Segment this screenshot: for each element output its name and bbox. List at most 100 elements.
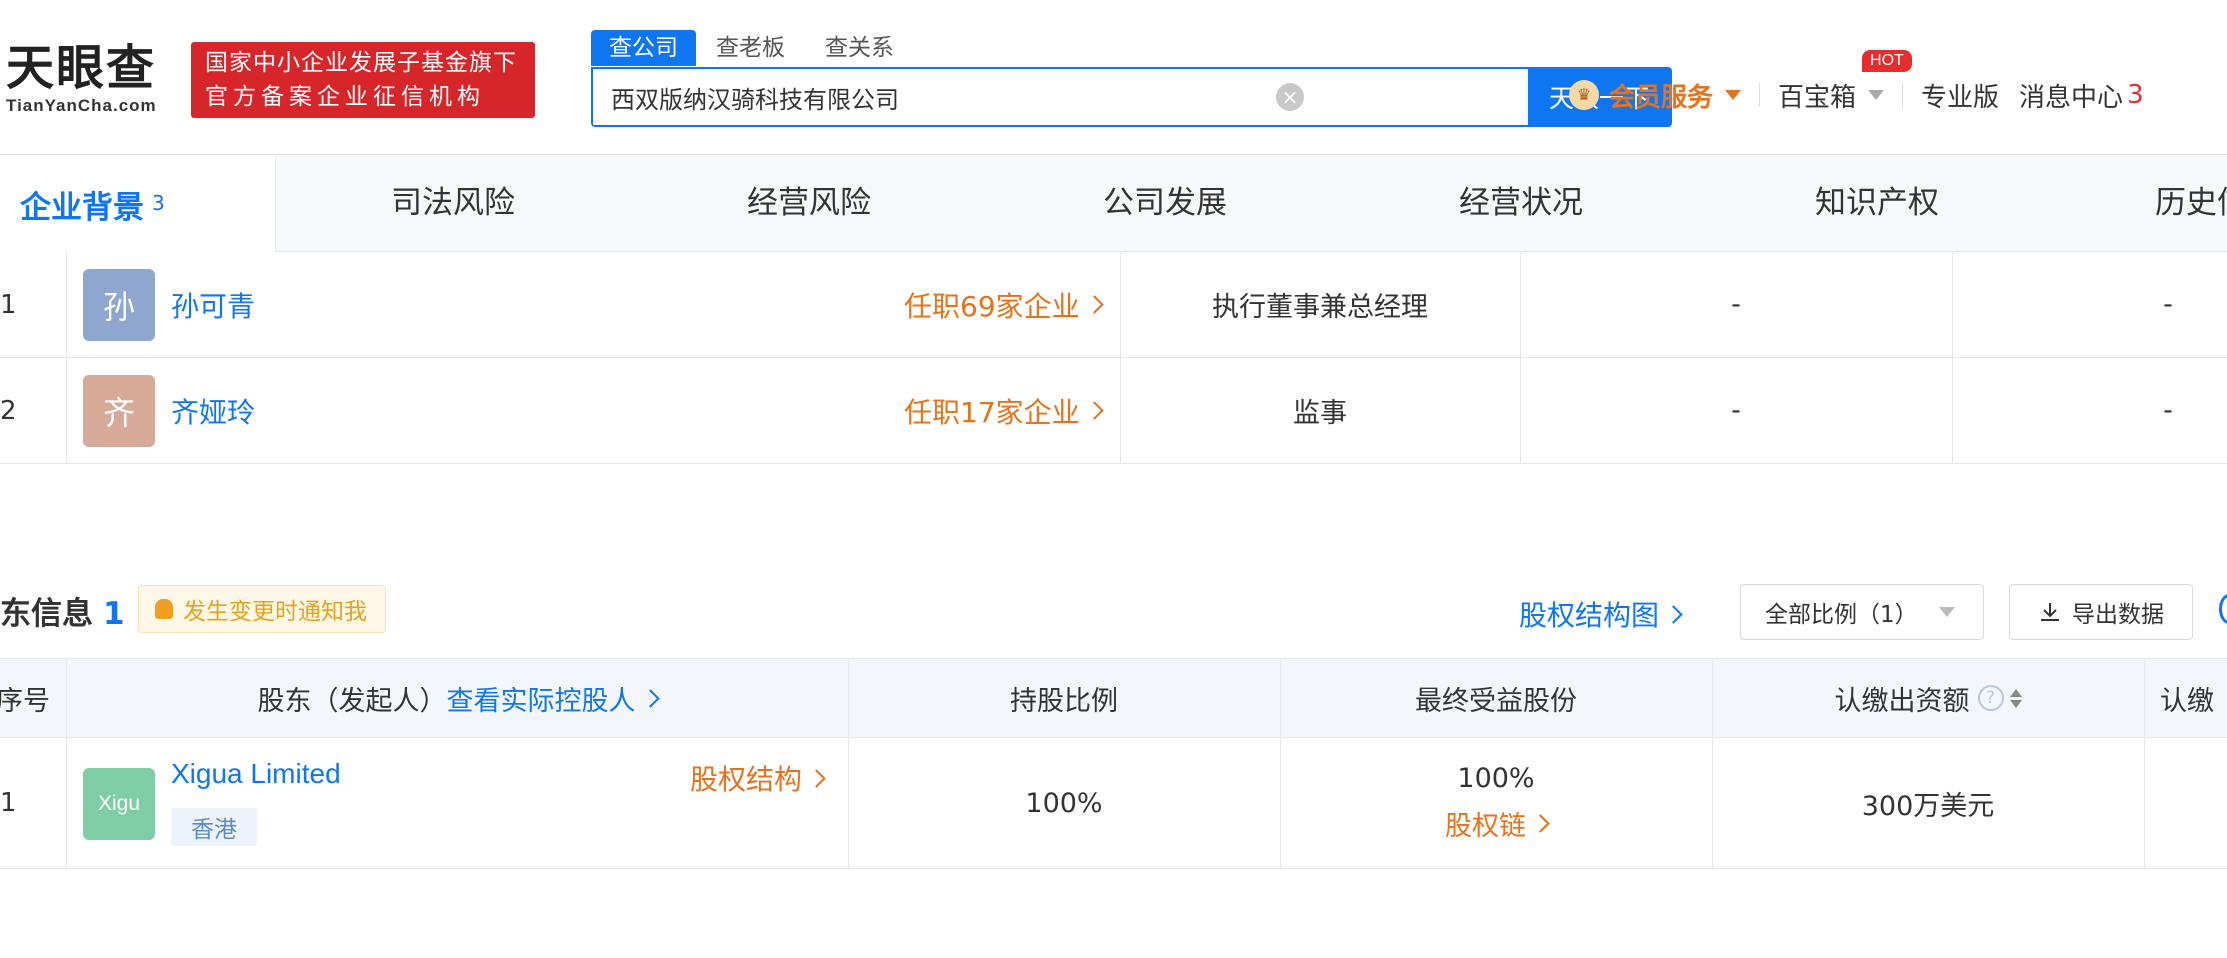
select-value: 全部比例（1）: [1765, 602, 1918, 628]
message-label: 消息中心: [2019, 82, 2124, 113]
row-index: 2: [0, 395, 17, 426]
chevron-right-icon: [807, 768, 826, 788]
equity-link-label: 股权结构图: [1519, 599, 1660, 632]
export-data-button[interactable]: 导出数据: [2009, 584, 2193, 640]
person-name-link[interactable]: 孙可青: [171, 252, 255, 357]
vip-service-menu[interactable]: ♛ 会员服务: [1569, 77, 1742, 114]
table-row: 2 齐 齐娅玲 任职17家企业 监事 - -: [0, 358, 2227, 464]
search-tab-relation[interactable]: 查关系: [805, 30, 914, 66]
col-header-ratio: 持股比例: [1010, 685, 1118, 717]
tab-company-development[interactable]: 公司发展: [1103, 155, 1227, 252]
tab-intellectual-property[interactable]: 知识产权: [1815, 155, 1939, 252]
ratio-cell: 100%: [1025, 787, 1103, 819]
empty-cell: -: [2163, 395, 2173, 426]
table-header: 序号 股东（发起人） 查看实际控股人 持股比例 最终受益股份 认缴出资额 ? 认…: [0, 658, 2227, 738]
section-count: 1: [103, 596, 125, 632]
col-header-holder-label: 股东（发起人）: [257, 685, 447, 717]
search-tab-company[interactable]: 查公司: [591, 30, 696, 66]
structure-label: 股权结构: [690, 763, 803, 796]
staff-table: 1 孙 孙可青 任职69家企业 执行董事兼总经理 - - 2 齐 齐娅玲 任职1…: [0, 252, 2227, 464]
crown-icon: ♛: [1569, 80, 1599, 110]
chevron-right-icon: [1084, 401, 1104, 420]
chevron-right-icon: [1664, 604, 1683, 624]
table-row: 1 孙 孙可青 任职69家企业 执行董事兼总经理 - -: [0, 252, 2227, 358]
search-tab-boss[interactable]: 查老板: [696, 30, 805, 66]
col-divider: [2144, 738, 2145, 868]
export-label: 导出数据: [2072, 602, 2164, 628]
top-header: 天眼查 TianYanCha.com 国家中小企业发展子基金旗下 官方备案企业征…: [0, 0, 2227, 155]
clear-icon[interactable]: ×: [1276, 83, 1304, 111]
empty-cell: -: [1731, 395, 1741, 426]
page: 天眼查 TianYanCha.com 国家中小企业发展子基金旗下 官方备案企业征…: [0, 0, 2227, 958]
equity-structure-chart-link[interactable]: 股权结构图: [1519, 594, 1683, 634]
pro-version-link[interactable]: 专业版: [1921, 77, 1999, 114]
chain-label: 股权链: [1445, 811, 1526, 842]
nav-divider: [1759, 83, 1761, 107]
shareholder-table: 序号 股东（发起人） 查看实际控股人 持股比例 最终受益股份 认缴出资额 ? 认…: [0, 658, 2227, 869]
caret-down-icon: [1868, 90, 1885, 100]
col-header-index: 序号: [0, 685, 50, 717]
tab-history[interactable]: 历史信: [2155, 155, 2227, 252]
col-header-beneficial: 最终受益股份: [1415, 685, 1577, 717]
search-box: × 天眼一下: [591, 67, 1672, 127]
category-tabs: 企业背景 3 司法风险 经营风险 公司发展 经营状况 知识产权 历史信: [0, 155, 2227, 252]
partial-icon[interactable]: [2219, 594, 2227, 624]
col-divider: [2144, 659, 2145, 737]
slogan-line-2: 官方备案企业征信机构: [205, 84, 485, 110]
col-divider: [66, 738, 67, 868]
shareholder-section-header: 东信息 1 发生变更时通知我 股权结构图 全部比例（1） 导出数据: [0, 580, 2227, 644]
col-header-capital-2: 认缴: [2160, 685, 2214, 717]
notify-label: 发生变更时通知我: [183, 599, 367, 625]
notify-on-change-button[interactable]: 发生变更时通知我: [138, 585, 386, 633]
nav-right: ♛ 会员服务 百宝箱 HOT 专业版 消息中心 3: [1569, 49, 2144, 115]
posts-link[interactable]: 任职69家企业: [904, 252, 1104, 357]
chevron-right-icon: [1531, 814, 1550, 833]
posts-link[interactable]: 任职17家企业: [904, 358, 1104, 463]
shareholder-name-link[interactable]: Xigua Limited: [171, 758, 341, 790]
sort-icon[interactable]: [2009, 688, 2022, 708]
slogan-banner: 国家中小企业发展子基金旗下 官方备案企业征信机构: [191, 42, 535, 118]
avatar: 齐: [83, 375, 155, 447]
capital-cell: 300万美元: [1861, 790, 1995, 822]
treasure-box-menu[interactable]: 百宝箱 HOT: [1778, 49, 1912, 114]
tab-operation-status[interactable]: 经营状况: [1459, 155, 1583, 252]
nav-divider: [1902, 83, 1904, 107]
actual-controller-label: 查看实际控股人: [446, 685, 636, 717]
search-input[interactable]: [593, 69, 1528, 125]
nav-divider: [1999, 83, 2019, 107]
beneficial-cell: 100% 股权链: [1280, 738, 1712, 868]
empty-cell: -: [2163, 289, 2173, 320]
tab-operation-risk[interactable]: 经营风险: [747, 155, 871, 252]
download-icon: [2041, 603, 2059, 621]
posts-label: 任职17家企业: [904, 395, 1080, 429]
equity-structure-link[interactable]: 股权结构: [690, 758, 826, 798]
hot-badge: HOT: [1862, 49, 1912, 72]
col-divider: [66, 358, 67, 463]
message-center-link[interactable]: 消息中心 3: [2019, 77, 2144, 114]
logo-text-en: TianYanCha.com: [6, 96, 157, 115]
logo-text-cn: 天眼查: [6, 40, 157, 96]
slogan-line-1: 国家中小企业发展子基金旗下: [205, 50, 517, 76]
row-index: 1: [0, 788, 17, 818]
tab-company-background[interactable]: 企业背景 3: [20, 155, 165, 252]
col-header-capital[interactable]: 认缴出资额 ?: [1712, 659, 2144, 737]
row-index: 1: [0, 289, 17, 320]
caret-down-icon: [1939, 607, 1955, 617]
person-name-link[interactable]: 齐娅玲: [171, 358, 255, 463]
empty-cell: -: [1731, 289, 1741, 320]
actual-controller-link[interactable]: 查看实际控股人: [446, 679, 660, 718]
avatar: 孙: [83, 269, 155, 341]
tab-judicial-risk[interactable]: 司法风险: [391, 155, 515, 252]
ratio-filter-select[interactable]: 全部比例（1）: [1740, 584, 1984, 640]
tab-label: 企业背景: [20, 190, 144, 226]
section-title: 东信息 1: [0, 588, 125, 633]
vip-label: 会员服务: [1609, 82, 1714, 113]
logo[interactable]: 天眼查 TianYanCha.com: [6, 40, 176, 116]
message-count: 3: [2127, 80, 2144, 110]
chevron-right-icon: [1084, 295, 1104, 314]
section-title-text: 东信息: [0, 596, 93, 632]
region-tag: 香港: [171, 808, 257, 846]
equity-chain-link[interactable]: 股权链: [1445, 804, 1550, 843]
caret-down-icon: [1725, 90, 1742, 100]
help-icon[interactable]: ?: [1977, 685, 2004, 711]
